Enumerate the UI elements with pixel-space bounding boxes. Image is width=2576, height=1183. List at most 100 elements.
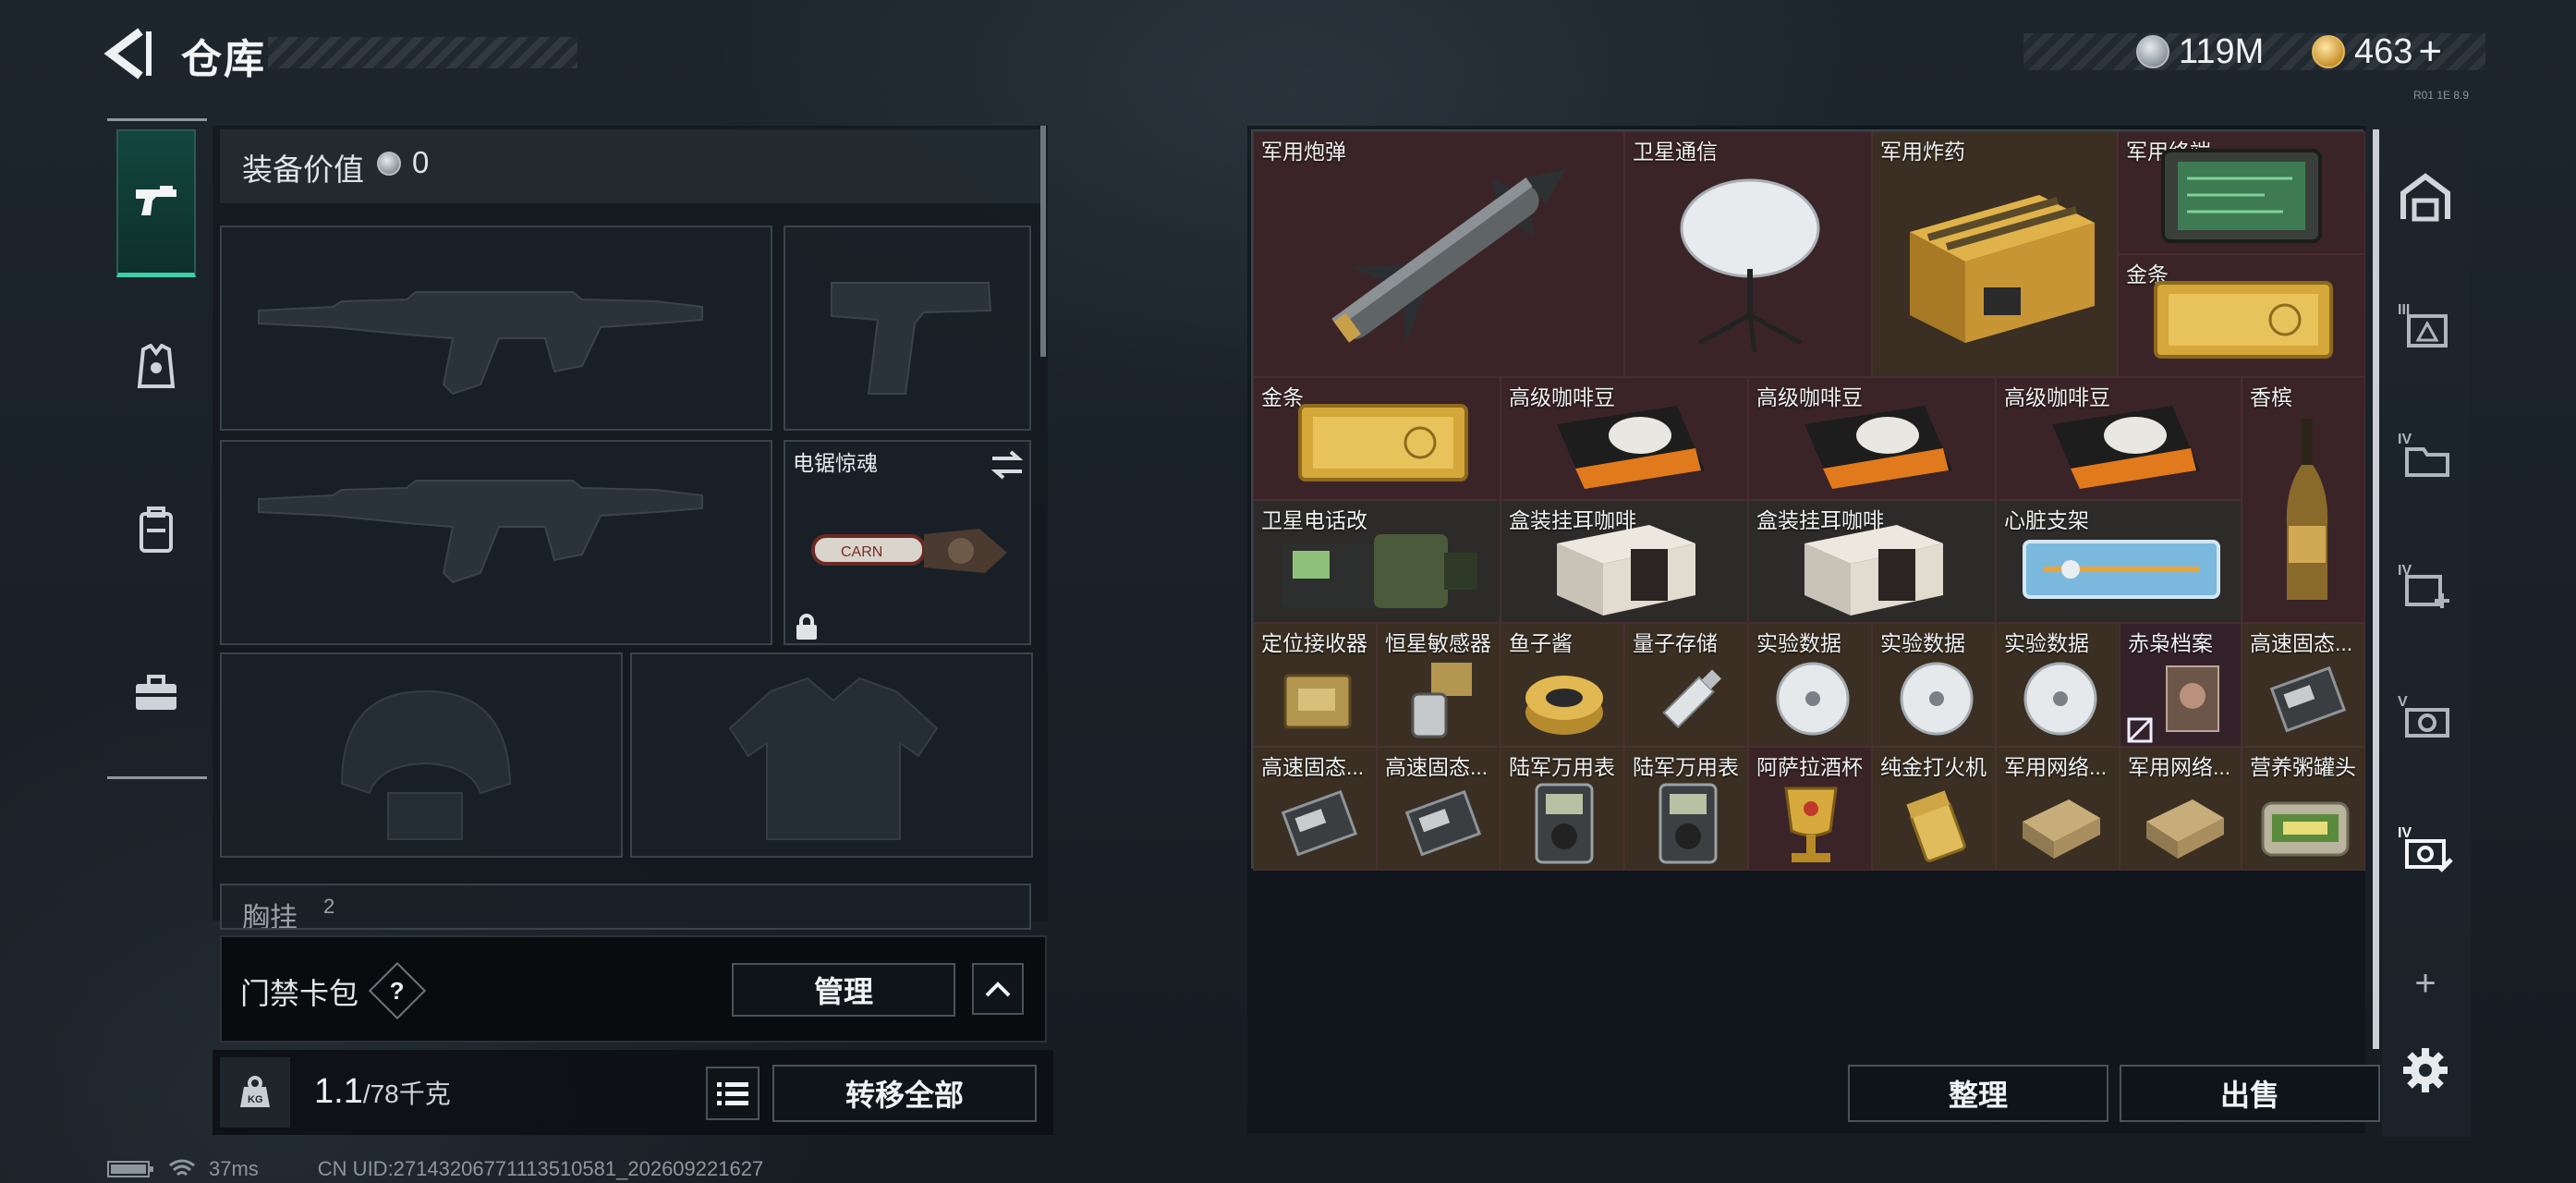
network-device-icon [2146,799,2224,859]
coffee-bag-icon [2052,406,2200,489]
svg-text:IV: IV [2398,432,2412,447]
missile-icon [1331,169,1566,343]
stash-tab-main[interactable] [2384,152,2467,244]
primary-weapon-slot-2[interactable] [220,440,772,645]
stash-item-gold-bar-2[interactable]: 金条 [1253,377,1501,500]
item-label: 军用网络... [2004,755,2108,779]
chest-rig-label: 胸挂 [242,903,298,930]
stash-item-ssd-3[interactable]: 高速固态... [1377,747,1501,871]
disc-icon [1900,662,1974,736]
stash-item-network-device-1[interactable]: 军用网络... [1996,747,2120,871]
ping-text: 37ms [209,1157,259,1180]
loadout-scrollbar[interactable] [1040,126,1046,357]
pistol-silhouette-icon [831,282,992,395]
list-view-button[interactable] [706,1067,759,1120]
body-armor-slot[interactable] [630,652,1033,858]
stash-item-boxed-coffee-1[interactable]: 盒装挂耳咖啡 [1501,500,1748,623]
stash-item-heart-stent[interactable]: 心脏支架 [1996,500,2242,623]
stash-item-sat-phone[interactable]: 卫星电话改 [1253,500,1501,623]
caviar-tin-icon [1525,676,1603,735]
wifi-icon [169,1159,195,1177]
usb-drive-icon [1662,669,1721,729]
stash-item-ssd-2[interactable]: 高速固态... [1253,747,1377,871]
tab-armor[interactable] [116,294,196,442]
equip-value-number: 0 [412,145,430,179]
stash-item-military-terminal[interactable]: 军用终端 [2118,131,2365,254]
stash-item-lab-data-2[interactable]: 实验数据 [1872,623,1996,747]
pistol-slot[interactable] [784,226,1031,431]
lighter-icon [1906,790,1966,862]
stash-item-quantum-storage[interactable]: 量子存储 [1624,623,1748,747]
uid-text: CN UID:27143206771113510581_202609221627 [317,1157,764,1180]
svg-text:KG: KG [248,1094,263,1105]
item-label: 高速固态... [1385,755,1488,779]
list-icon [717,1082,748,1105]
stash-item-military-explosive[interactable]: 军用炸药 [1872,131,2118,377]
stash-item-military-shell[interactable]: 军用炮弹 [1253,131,1624,377]
stash-tab-5[interactable]: V [2384,669,2467,762]
stash-item-lab-data-3[interactable]: 实验数据 [1996,623,2120,747]
gold-bar-icon [1298,404,1468,482]
item-label: 赤枭档案 [2128,631,2213,655]
network-device-icon [2023,799,2100,859]
stash-item-lab-data-1[interactable]: 实验数据 [1748,623,1872,747]
stash-tab-3[interactable]: III [2384,277,2467,370]
stash-item-gold-bar-1[interactable]: 金条 [2118,254,2365,377]
satellite-dish-icon [1680,178,1820,353]
stash-item-asala-cup[interactable]: 阿萨拉酒杯 [1748,747,1872,871]
add-stash-tab-button[interactable]: + [2384,937,2467,1030]
stash-tab-v-icon: V [2398,694,2449,738]
chest-rig-slot[interactable]: 胸挂 2 [220,884,1031,930]
rifle-silhouette-icon [258,480,703,584]
stash-item-star-sensor[interactable]: 恒星敏感器 [1377,623,1501,747]
battery-icon [107,1161,153,1177]
tab-case[interactable] [116,619,196,767]
tab-weapons[interactable] [116,129,196,277]
stash-item-gold-lighter[interactable]: 纯金打火机 [1872,747,1996,871]
stash-item-coffee-beans-1[interactable]: 高级咖啡豆 [1501,377,1748,500]
manage-button[interactable]: 管理 [732,963,955,1017]
back-button[interactable] [102,28,157,79]
item-label: 心脏支架 [2004,508,2089,532]
weight-max: /78千克 [362,1079,451,1108]
stash-tab-4-selected[interactable]: IV [2384,800,2467,893]
melee-slot[interactable]: 电锯惊魂 CARN [784,440,1031,645]
disc-icon [1776,662,1850,736]
stash-item-network-device-2[interactable]: 军用网络... [2120,747,2242,871]
stash-scrollbar[interactable] [2373,129,2379,1049]
settings-button[interactable] [2384,1024,2467,1116]
stash-item-satellite-comm[interactable]: 卫星通信 [1624,131,1872,377]
stash-item-gps-receiver[interactable]: 定位接收器 [1253,623,1377,747]
helmet-slot[interactable] [220,652,623,858]
sort-button[interactable]: 整理 [1848,1065,2108,1122]
sat-phone-icon [1282,534,1477,608]
gold-currency[interactable]: 463 + [2312,29,2442,75]
item-label: 量子存储 [1633,631,1718,655]
swap-icon[interactable] [989,449,1026,481]
primary-weapon-slot-1[interactable] [220,226,772,431]
silver-amount: 119M [2179,31,2265,71]
transfer-all-button[interactable]: 转移全部 [772,1065,1037,1122]
sell-button[interactable]: 出售 [2120,1065,2380,1122]
weight-value: 1.1/78千克 [314,1072,451,1112]
stash-item-multimeter-2[interactable]: 陆军万用表 [1624,747,1748,871]
add-gold-button[interactable]: + [2418,29,2442,75]
tab-backpack[interactable] [116,457,196,604]
collapse-button[interactable] [972,963,1024,1015]
item-label: 定位接收器 [1261,631,1367,655]
stash-item-caviar[interactable]: 鱼子酱 [1501,623,1624,747]
armor-silhouette-icon [728,677,939,840]
stent-package-icon [2023,540,2220,599]
stash-item-multimeter-1[interactable]: 陆军万用表 [1501,747,1624,871]
stash-item-ssd-1[interactable]: 高速固态... [2242,623,2365,747]
stash-item-porridge-can[interactable]: 营养粥罐头 [2242,747,2365,871]
marked-icon [2127,717,2153,743]
stash-item-coffee-beans-2[interactable]: 高级咖啡豆 [1748,377,1996,500]
stash-tab-4[interactable]: IV [2384,407,2467,499]
champagne-bottle-icon [2286,419,2328,600]
stash-item-champagne[interactable]: 香槟 [2242,377,2365,623]
stash-item-coffee-beans-3[interactable]: 高级咖啡豆 [1996,377,2242,500]
stash-item-red-owl-file[interactable]: 赤枭档案 [2120,623,2242,747]
stash-item-boxed-coffee-2[interactable]: 盒装挂耳咖啡 [1748,500,1996,623]
stash-tab-4-add[interactable]: IV [2384,538,2467,630]
